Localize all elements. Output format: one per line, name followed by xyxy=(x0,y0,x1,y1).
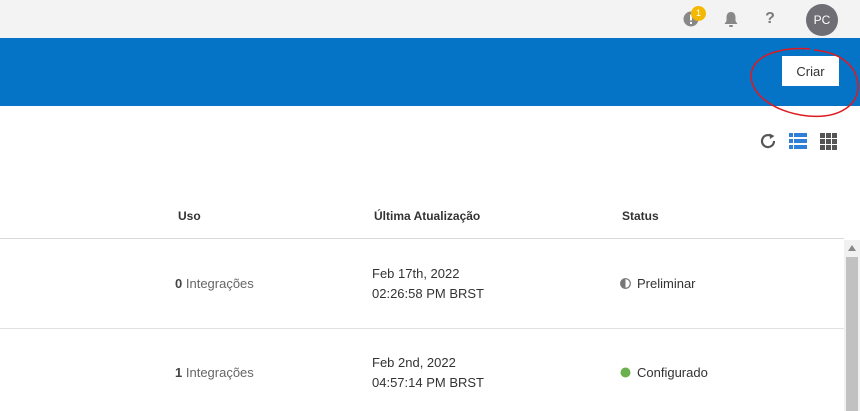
column-header-last-updated[interactable]: Última Atualização xyxy=(374,209,480,223)
column-header-status[interactable]: Status xyxy=(622,209,659,223)
last-updated-cell: Feb 17th, 2022 02:26:58 PM BRST xyxy=(372,264,484,304)
last-updated-cell: Feb 2nd, 2022 04:57:14 PM BRST xyxy=(372,353,484,393)
updated-date: Feb 17th, 2022 xyxy=(372,266,460,281)
row-divider xyxy=(0,328,844,329)
status-cell: Preliminar xyxy=(620,276,696,291)
column-header-uso[interactable]: Uso xyxy=(178,209,201,223)
refresh-icon xyxy=(760,133,776,149)
grid-view-button[interactable] xyxy=(818,131,838,151)
notification-badge: 1 xyxy=(691,6,706,21)
scrollbar-thumb[interactable] xyxy=(846,257,858,411)
half-circle-icon xyxy=(620,278,631,289)
bell-button[interactable] xyxy=(720,8,742,30)
updated-date: Feb 2nd, 2022 xyxy=(372,355,456,370)
user-avatar[interactable]: PC xyxy=(806,4,838,36)
usage-count: 0 xyxy=(175,276,183,291)
updated-time: 02:26:58 PM BRST xyxy=(372,286,484,301)
header-divider xyxy=(0,238,844,239)
usage-label: Integrações xyxy=(185,365,254,380)
view-toolbar xyxy=(758,131,838,151)
refresh-button[interactable] xyxy=(758,131,778,151)
usage-cell: 1 Integrações xyxy=(175,365,254,380)
status-label: Preliminar xyxy=(637,276,696,291)
caret-up-icon xyxy=(848,245,856,251)
question-mark-icon: ? xyxy=(765,10,775,27)
scroll-up-button[interactable] xyxy=(844,240,860,256)
usage-cell: 0 Integrações xyxy=(175,276,254,291)
top-bar: 1 ? PC xyxy=(0,0,860,38)
usage-label: Integrações xyxy=(185,276,254,291)
usage-count: 1 xyxy=(175,365,183,380)
status-cell: Configurado xyxy=(620,365,708,380)
updated-time: 04:57:14 PM BRST xyxy=(372,375,484,390)
grid-view-icon xyxy=(819,132,837,150)
help-button[interactable]: ? xyxy=(759,8,781,30)
green-dot-icon xyxy=(620,367,631,378)
bell-icon xyxy=(724,11,738,27)
header-band xyxy=(0,38,860,106)
create-button[interactable]: Criar xyxy=(782,56,839,86)
status-label: Configurado xyxy=(637,365,708,380)
notifications-alert-button[interactable]: 1 xyxy=(680,6,706,30)
list-view-icon xyxy=(789,133,807,149)
list-view-button[interactable] xyxy=(788,131,808,151)
